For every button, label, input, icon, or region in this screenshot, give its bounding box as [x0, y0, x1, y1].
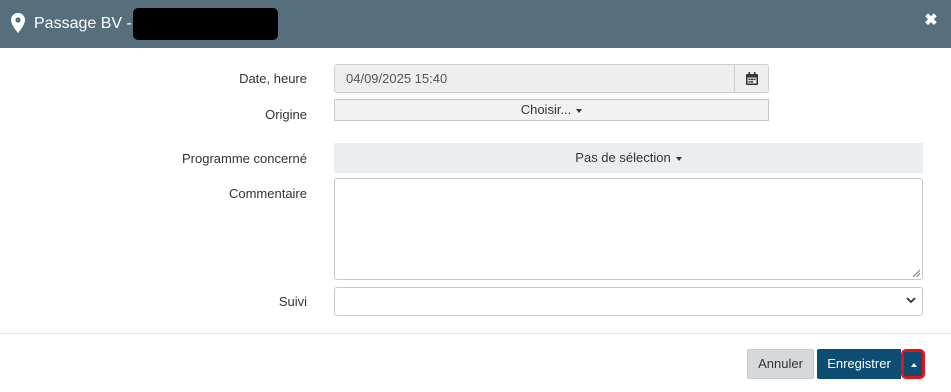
programme-label: Programme concerné [182, 151, 307, 166]
redacted-name [133, 8, 278, 40]
programme-dropdown-label: Pas de sélection [575, 150, 671, 165]
cancel-button[interactable]: Annuler [747, 349, 814, 379]
programme-dropdown[interactable]: Pas de sélection [334, 143, 923, 173]
modal-title: Passage BV - [34, 15, 132, 32]
modal-header: Passage BV - ✖ [0, 0, 951, 48]
resize-handle-icon[interactable] [912, 269, 920, 277]
chevron-down-icon [906, 297, 916, 304]
origine-dropdown[interactable]: Choisir... [334, 99, 769, 121]
map-marker-icon [11, 13, 25, 33]
commentaire-textarea[interactable] [334, 178, 923, 280]
calendar-icon [746, 72, 758, 85]
commentaire-label: Commentaire [228, 186, 307, 201]
date-label: Date, heure [239, 71, 307, 86]
origine-dropdown-label: Choisir... [520, 102, 572, 117]
caret-up-icon [911, 363, 917, 367]
caret-down-icon [576, 108, 583, 113]
save-button[interactable]: Enregistrer [817, 349, 901, 379]
suivi-label: Suivi [278, 294, 307, 309]
calendar-button[interactable] [734, 64, 769, 93]
close-icon[interactable]: ✖ [921, 11, 941, 31]
date-input[interactable]: 04/09/2025 15:40 [334, 64, 735, 93]
suivi-select[interactable] [334, 287, 923, 316]
save-options-button[interactable] [901, 349, 925, 379]
footer-divider [0, 333, 951, 334]
caret-down-icon [675, 156, 682, 161]
origine-label: Origine [265, 107, 307, 122]
